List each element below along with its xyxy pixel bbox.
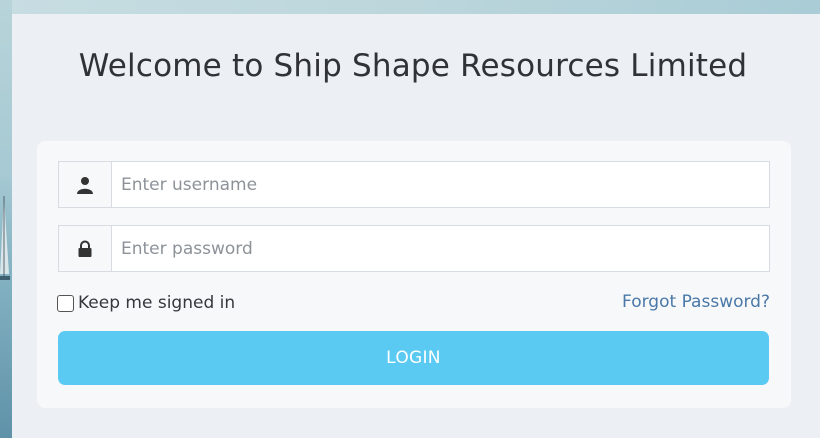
lock-icon: [59, 226, 112, 271]
user-icon: [59, 162, 112, 207]
sailboat-background: [0, 196, 10, 280]
password-input[interactable]: [112, 226, 769, 271]
username-field: [58, 161, 770, 208]
keep-signed-in[interactable]: Keep me signed in: [57, 292, 235, 314]
username-input[interactable]: [112, 162, 769, 207]
keep-signed-in-label: Keep me signed in: [78, 293, 236, 313]
password-field: [58, 225, 770, 272]
login-button[interactable]: LOGIN: [58, 331, 769, 385]
background-top: [0, 0, 820, 14]
page-title: Welcome to Ship Shape Resources Limited: [78, 48, 748, 84]
keep-signed-in-checkbox[interactable]: [57, 294, 74, 312]
forgot-password-link[interactable]: Forgot Password?: [622, 292, 770, 314]
